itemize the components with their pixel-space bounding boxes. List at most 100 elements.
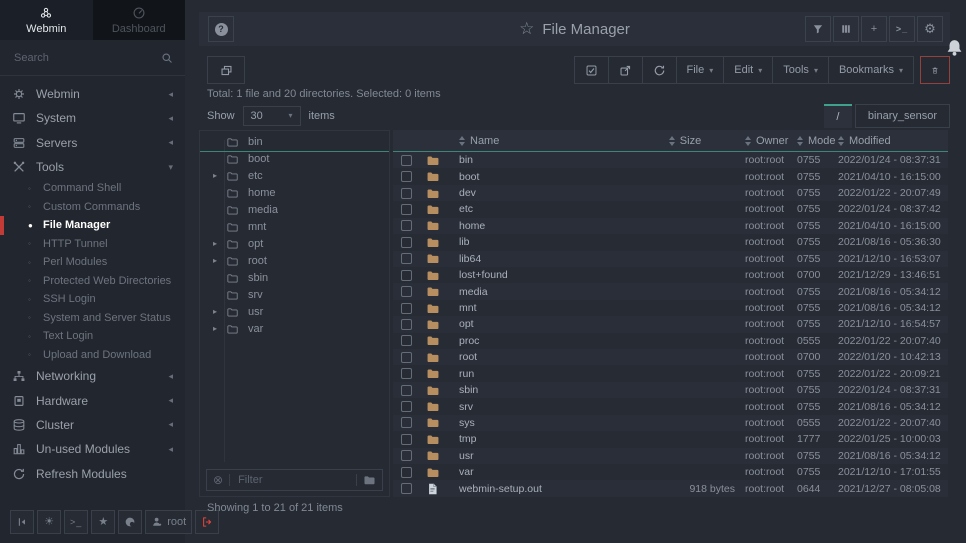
tree-item[interactable]: ▸ media xyxy=(200,201,389,218)
row-checkbox[interactable] xyxy=(401,434,412,445)
file-row[interactable]: lib64 root:root 0755 2021/12/10 - 16:53:… xyxy=(393,251,948,267)
palette-button[interactable] xyxy=(118,510,142,534)
file-row[interactable]: srv root:root 0755 2021/08/16 - 05:34:12 xyxy=(393,398,948,414)
tree-filter-input[interactable] xyxy=(236,473,350,487)
expand-arrow-icon[interactable]: ▸ xyxy=(213,324,226,333)
file-name[interactable]: lib64 xyxy=(459,253,635,265)
tree-item[interactable]: ▸ home xyxy=(200,184,389,201)
expand-arrow-icon[interactable]: ▸ xyxy=(213,171,226,180)
sidebar-item[interactable]: Tools ▾ xyxy=(0,155,185,179)
row-checkbox[interactable] xyxy=(401,155,412,166)
sidebar-item[interactable]: Upload and Download xyxy=(0,346,185,365)
file-name[interactable]: lost+found xyxy=(459,269,635,281)
folder-filter-icon[interactable] xyxy=(363,474,376,486)
sidebar-item[interactable]: Command Shell xyxy=(0,179,185,198)
favorites-button[interactable]: ★ xyxy=(91,510,115,534)
tree-item[interactable]: ▸ etc xyxy=(200,167,389,184)
sidebar-item[interactable]: Servers ◂ xyxy=(0,131,185,155)
row-checkbox[interactable] xyxy=(401,303,412,314)
collapse-sidebar-button[interactable] xyxy=(10,510,34,534)
file-row[interactable]: sys root:root 0555 2022/01/22 - 20:07:40 xyxy=(393,415,948,431)
row-checkbox[interactable] xyxy=(401,286,412,297)
sidebar-item[interactable]: Un-used Modules ◂ xyxy=(0,437,185,461)
file-row[interactable]: etc root:root 0755 2022/01/24 - 08:37:42 xyxy=(393,201,948,217)
file-name[interactable]: webmin-setup.out xyxy=(459,483,635,495)
tree-item[interactable]: ▸ opt xyxy=(200,235,389,252)
file-row[interactable]: proc root:root 0555 2022/01/22 - 20:07:4… xyxy=(393,333,948,349)
row-checkbox[interactable] xyxy=(401,401,412,412)
file-name[interactable]: var xyxy=(459,466,635,478)
file-name[interactable]: dev xyxy=(459,187,635,199)
breadcrumb-path[interactable]: binary_sensor xyxy=(855,104,950,128)
file-name[interactable]: sbin xyxy=(459,384,635,396)
file-row[interactable]: dev root:root 0755 2022/01/22 - 20:07:49 xyxy=(393,185,948,201)
terminal-button[interactable]: >_ xyxy=(889,16,915,42)
delete-button[interactable] xyxy=(920,56,950,84)
row-checkbox[interactable] xyxy=(401,467,412,478)
theme-button[interactable]: ☀ xyxy=(37,510,61,534)
row-checkbox[interactable] xyxy=(401,319,412,330)
tree-item[interactable]: ▸ sbin xyxy=(200,269,389,286)
row-checkbox[interactable] xyxy=(401,450,412,461)
file-name[interactable]: mnt xyxy=(459,302,635,314)
column-header-owner[interactable]: Owner xyxy=(745,135,797,147)
sidebar-item[interactable]: Refresh Modules xyxy=(0,461,185,485)
row-checkbox[interactable] xyxy=(401,253,412,264)
file-name[interactable]: run xyxy=(459,368,635,380)
sort-icon[interactable] xyxy=(459,136,465,146)
settings-button[interactable]: ⚙ xyxy=(917,16,943,42)
file-row[interactable]: root root:root 0700 2022/01/20 - 10:42:1… xyxy=(393,349,948,365)
row-checkbox[interactable] xyxy=(401,171,412,182)
file-name[interactable]: bin xyxy=(459,154,635,166)
file-name[interactable]: etc xyxy=(459,203,635,215)
file-name[interactable]: opt xyxy=(459,318,635,330)
file-name[interactable]: tmp xyxy=(459,433,635,445)
file-row[interactable]: mnt root:root 0755 2021/08/16 - 05:34:12 xyxy=(393,300,948,316)
row-checkbox[interactable] xyxy=(401,417,412,428)
favorite-star-icon[interactable]: ☆ xyxy=(519,19,534,39)
sidebar-item[interactable]: Networking ◂ xyxy=(0,364,185,388)
row-checkbox[interactable] xyxy=(401,204,412,215)
file-name[interactable]: root xyxy=(459,351,635,363)
tree-item[interactable]: ▸ boot xyxy=(200,150,389,167)
sort-icon[interactable] xyxy=(669,136,675,146)
shell-button[interactable]: >_ xyxy=(64,510,88,534)
notifications-bell-icon[interactable] xyxy=(945,37,964,58)
sidebar-item[interactable]: Cluster ◂ xyxy=(0,413,185,437)
row-checkbox[interactable] xyxy=(401,270,412,281)
tree-item[interactable]: ▸ srv xyxy=(200,286,389,303)
column-header-name[interactable]: Name xyxy=(459,135,635,147)
breadcrumb-root[interactable]: / xyxy=(824,104,852,128)
expand-arrow-icon[interactable]: ▸ xyxy=(213,239,226,248)
file-name[interactable]: home xyxy=(459,220,635,232)
per-page-select[interactable]: 30 ▾ xyxy=(243,106,301,126)
file-row[interactable]: sbin root:root 0755 2022/01/24 - 08:37:3… xyxy=(393,382,948,398)
file-name[interactable]: media xyxy=(459,286,635,298)
sidebar-item[interactable]: System and Server Status xyxy=(0,309,185,328)
file-row[interactable]: var root:root 0755 2021/12/10 - 17:01:55 xyxy=(393,464,948,480)
expand-arrow-icon[interactable]: ▸ xyxy=(213,256,226,265)
refresh-button[interactable] xyxy=(642,56,677,84)
sidebar-item[interactable]: Perl Modules xyxy=(0,253,185,272)
row-checkbox[interactable] xyxy=(401,368,412,379)
column-header-modified[interactable]: Modified xyxy=(838,135,948,147)
row-checkbox[interactable] xyxy=(401,385,412,396)
column-header-size[interactable]: Size xyxy=(635,135,745,147)
tree-item[interactable]: ▸ root xyxy=(200,252,389,269)
columns-button[interactable] xyxy=(833,16,859,42)
sort-icon[interactable] xyxy=(745,136,751,146)
file-row[interactable]: boot root:root 0755 2021/04/10 - 16:15:0… xyxy=(393,168,948,184)
filter-button[interactable] xyxy=(805,16,831,42)
sidebar-item[interactable]: SSH Login xyxy=(0,290,185,309)
tab-webmin[interactable]: Webmin xyxy=(0,0,93,40)
sort-icon[interactable] xyxy=(797,136,803,146)
file-row[interactable]: usr root:root 0755 2021/08/16 - 05:34:12 xyxy=(393,448,948,464)
column-header-mode[interactable]: Mode xyxy=(797,135,838,147)
select-all-button[interactable] xyxy=(574,56,609,84)
sidebar-item[interactable]: Webmin ◂ xyxy=(0,82,185,106)
file-row[interactable]: run root:root 0755 2022/01/22 - 20:09:21 xyxy=(393,365,948,381)
file-row[interactable]: media root:root 0755 2021/08/16 - 05:34:… xyxy=(393,283,948,299)
sort-icon[interactable] xyxy=(838,136,844,146)
search-input[interactable] xyxy=(12,51,155,65)
file-name[interactable]: lib xyxy=(459,236,635,248)
